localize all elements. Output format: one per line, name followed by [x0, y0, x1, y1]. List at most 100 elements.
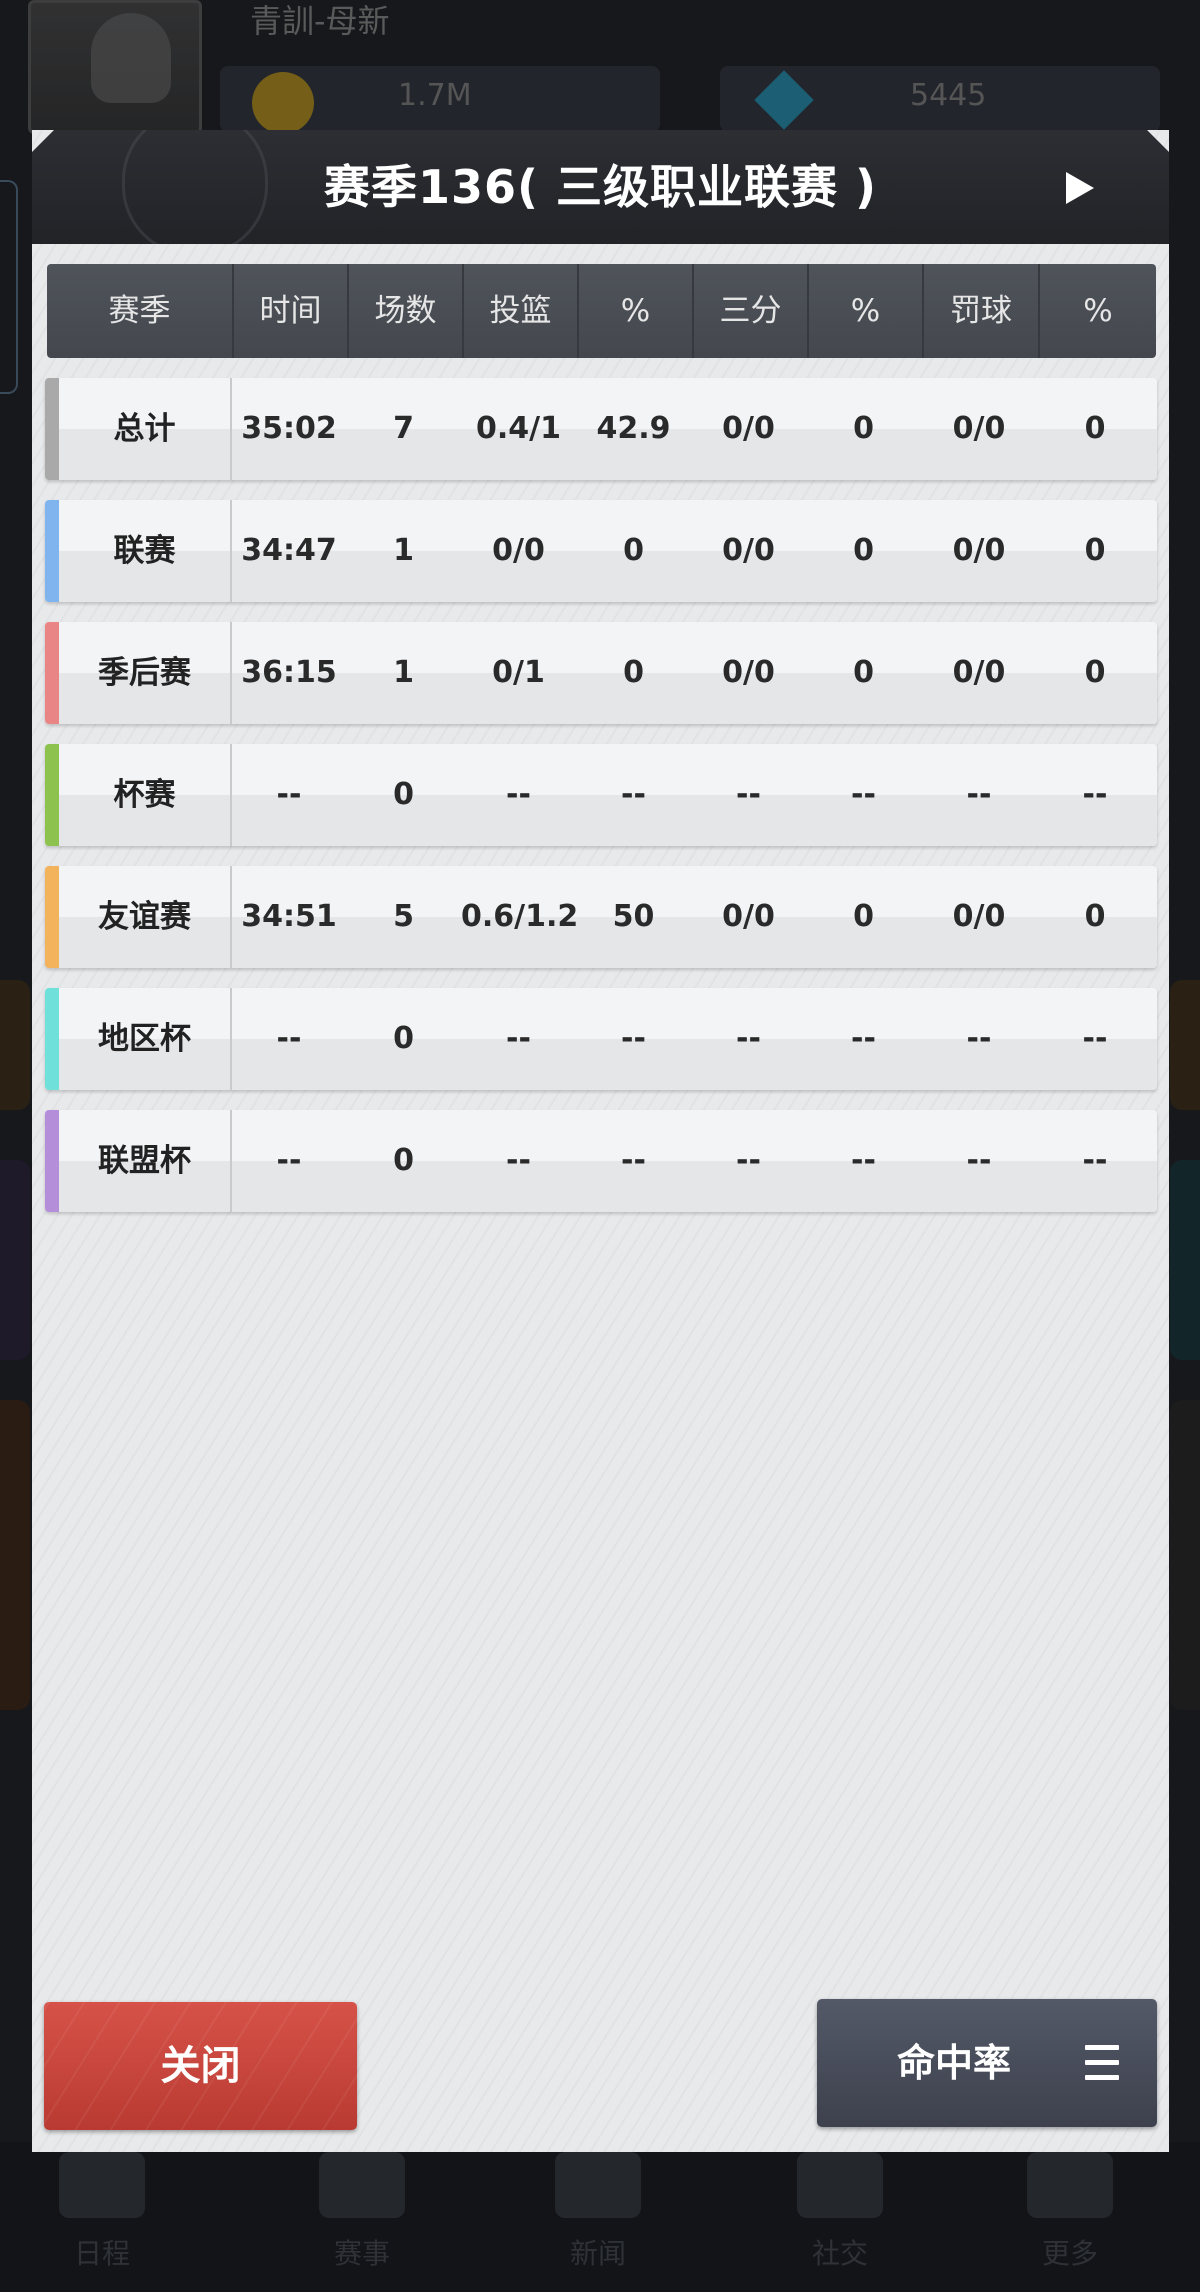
- side-card: [0, 1400, 30, 1710]
- table-cell: --: [276, 1143, 302, 1178]
- row-label: 联赛: [59, 500, 232, 602]
- row-label: 联盟杯: [59, 1110, 232, 1212]
- table-cell: --: [276, 777, 302, 812]
- side-card: [0, 980, 30, 1110]
- bottom-nav: 日程 赛事 新闻 社交 更多: [0, 2142, 1200, 2292]
- table-cell: 0: [393, 1143, 414, 1178]
- table-row[interactable]: 杯赛 -- 0 -- -- -- -- -- --: [45, 744, 1157, 846]
- table-cell: 0/0: [722, 655, 775, 690]
- table-cell: 0/0: [952, 899, 1006, 934]
- side-card: [1170, 1160, 1200, 1360]
- side-card: [0, 1160, 30, 1360]
- table-cell: 0: [853, 899, 874, 934]
- table-cell: 0/0: [722, 899, 775, 934]
- row-label: 总计: [59, 378, 232, 480]
- table-cell: --: [1082, 1143, 1108, 1178]
- stats-rows: 总计 35:02 7 0.4/1 42.9 0/0 0 0/0 0 联赛 34:47 1 0/0 0 0/0…: [45, 378, 1157, 1232]
- table-row[interactable]: 友谊赛 34:51 5 0.6/1.2 50 0/0 0 0/0 0: [45, 866, 1157, 968]
- table-cell: --: [621, 777, 646, 812]
- table-cell: 0: [1084, 533, 1106, 568]
- table-row[interactable]: 联盟杯 -- 0 -- -- -- -- -- --: [45, 1110, 1157, 1212]
- row-color-accent: [45, 744, 59, 846]
- table-row[interactable]: 季后赛 36:15 1 0/1 0 0/0 0 0/0 0: [45, 622, 1157, 724]
- nav-item[interactable]: 更多: [1010, 2152, 1130, 2272]
- table-cell: --: [276, 1021, 302, 1056]
- table-cell: --: [966, 1143, 992, 1178]
- table-cell: 5: [393, 899, 414, 934]
- table-cell: 42.9: [596, 411, 671, 446]
- nav-item[interactable]: 赛事: [302, 2152, 422, 2272]
- stat-type-label: 命中率: [897, 2041, 1012, 2085]
- table-cell: 0: [1084, 411, 1106, 446]
- column-header-season: 赛季: [47, 264, 234, 358]
- table-cell: 0: [853, 411, 874, 446]
- column-header-ft: 罚球: [924, 264, 1040, 358]
- row-color-accent: [45, 622, 59, 724]
- table-cell: 0/0: [722, 533, 775, 568]
- table-cell: 0: [623, 533, 644, 568]
- table-cell: 0/1: [492, 655, 545, 690]
- row-color-accent: [45, 866, 59, 968]
- player-portrait: [28, 0, 202, 134]
- table-cell: 0.6/1.2: [461, 899, 579, 934]
- column-header-fg: 投篮: [464, 264, 579, 358]
- table-cell: 36:15: [241, 655, 337, 690]
- table-cell: --: [736, 1021, 761, 1056]
- table-cell: --: [851, 1143, 876, 1178]
- table-cell: 35:02: [241, 411, 337, 446]
- column-header-fg-pct: %: [579, 264, 694, 358]
- side-card: [1170, 980, 1200, 1110]
- table-cell: --: [966, 1021, 992, 1056]
- table-cell: 1: [393, 533, 414, 568]
- dialog-title: 赛季136( 三级职业联赛 ): [323, 160, 878, 214]
- table-row[interactable]: 地区杯 -- 0 -- -- -- -- -- --: [45, 988, 1157, 1090]
- table-header: 赛季 时间 场数 投篮 % 三分 % 罚球 %: [47, 264, 1156, 358]
- table-cell: 0: [853, 655, 874, 690]
- table-cell: --: [1082, 777, 1108, 812]
- table-cell: 0: [1084, 655, 1106, 690]
- close-button[interactable]: 关闭: [44, 2002, 357, 2130]
- next-season-button[interactable]: [1060, 168, 1100, 208]
- table-cell: 50: [612, 899, 655, 934]
- row-color-accent: [45, 500, 59, 602]
- table-cell: --: [1082, 1021, 1108, 1056]
- column-header-ft-pct: %: [1083, 293, 1113, 329]
- table-cell: --: [736, 1143, 761, 1178]
- table-cell: --: [506, 777, 531, 812]
- table-row[interactable]: 总计 35:02 7 0.4/1 42.9 0/0 0 0/0 0: [45, 378, 1157, 480]
- table-cell: 0: [623, 655, 644, 690]
- row-label: 地区杯: [59, 988, 232, 1090]
- table-cell: 0/0: [492, 533, 545, 568]
- row-color-accent: [45, 988, 59, 1090]
- table-cell: 0: [1084, 899, 1106, 934]
- player-name: 青訓-母新: [250, 2, 390, 40]
- stat-type-select-button[interactable]: 命中率: [817, 1999, 1157, 2127]
- column-header-3pt-pct: %: [809, 264, 924, 358]
- nav-item[interactable]: 新闻: [538, 2152, 658, 2272]
- table-cell: 7: [393, 411, 414, 446]
- row-color-accent: [45, 378, 59, 480]
- row-label: 友谊赛: [59, 866, 232, 968]
- side-tab: [0, 180, 18, 394]
- row-label: 杯赛: [59, 744, 232, 846]
- nav-item[interactable]: 社交: [780, 2152, 900, 2272]
- table-cell: 1: [393, 655, 414, 690]
- menu-icon: [1085, 2045, 1119, 2081]
- table-cell: 0/0: [952, 655, 1006, 690]
- table-cell: 0/0: [952, 411, 1006, 446]
- table-cell: --: [736, 777, 761, 812]
- table-cell: 34:51: [241, 899, 337, 934]
- nav-item[interactable]: 日程: [42, 2152, 162, 2272]
- table-row[interactable]: 联赛 34:47 1 0/0 0 0/0 0 0/0 0: [45, 500, 1157, 602]
- coin-icon: [252, 72, 314, 134]
- row-label: 季后赛: [59, 622, 232, 724]
- table-cell: --: [506, 1021, 531, 1056]
- table-cell: --: [506, 1143, 531, 1178]
- coins-value: 1.7M: [398, 78, 472, 113]
- play-icon: [1066, 172, 1094, 204]
- gems-value: 5445: [910, 78, 987, 113]
- table-cell: 0: [853, 533, 874, 568]
- column-header-3pt: 三分: [694, 264, 809, 358]
- table-cell: --: [966, 777, 992, 812]
- table-cell: --: [851, 777, 876, 812]
